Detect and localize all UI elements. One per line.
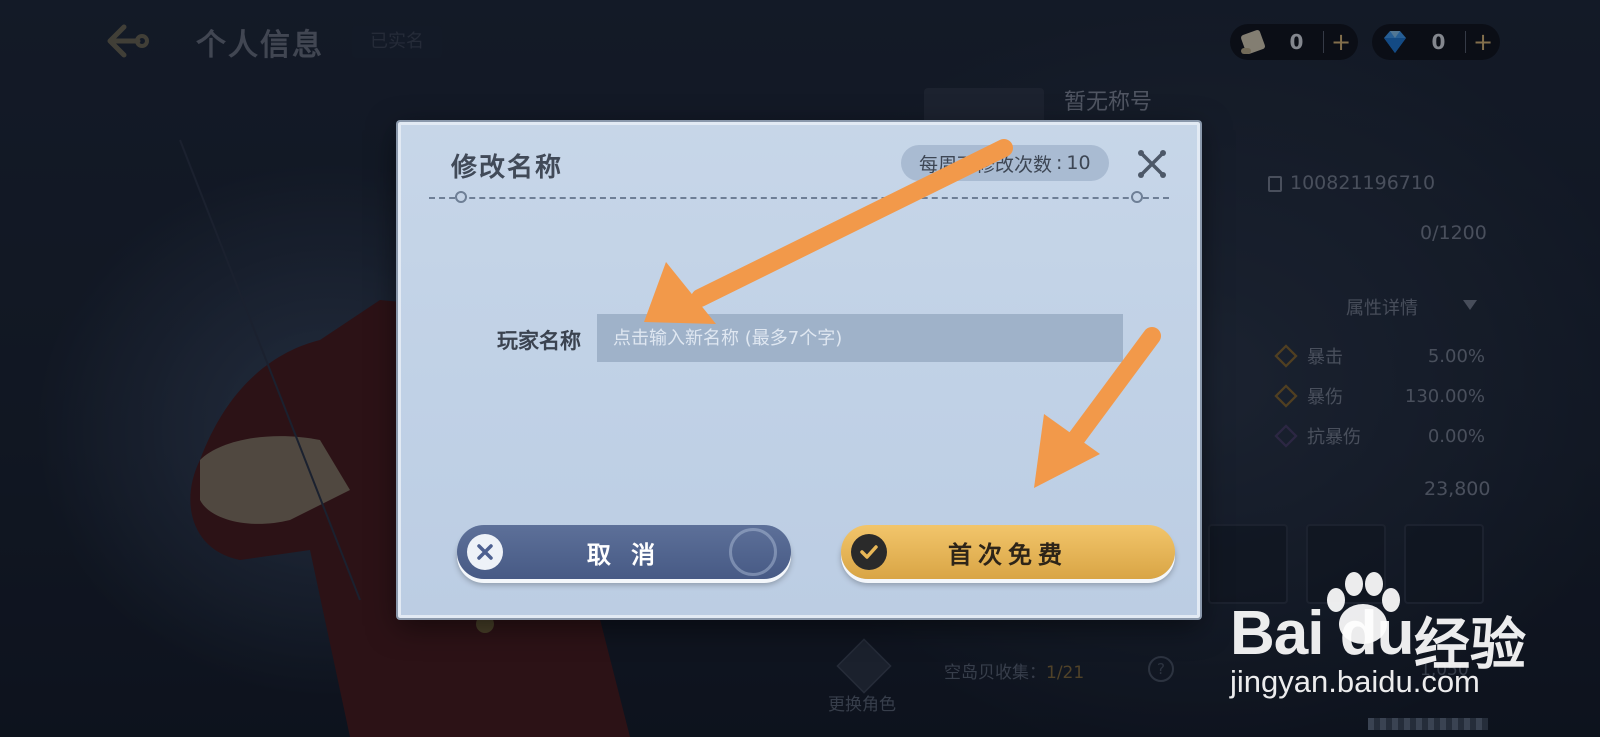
emblem-icon [729,528,777,576]
divider-ornament [455,191,467,203]
watermark-url: jingyan.baidu.com [1230,664,1480,699]
player-name-input[interactable] [597,314,1123,362]
rename-dialog: 修改名称 每周可修改次数:10 玩家名称 取 消 首次免费 [398,122,1200,618]
divider-ornament [1131,191,1143,203]
close-circle-icon [467,534,503,570]
watermark-brand: Bai du [1230,599,1414,668]
close-icon[interactable] [1135,147,1169,181]
weekly-limit-count: 10 [1066,152,1091,174]
player-name-label: 玩家名称 [497,329,581,353]
weekly-limit-badge: 每周可修改次数:10 [901,145,1109,181]
title-divider [429,197,1169,199]
confirm-label: 首次免费 [948,540,1068,569]
dialog-title: 修改名称 [451,153,564,183]
checkmark-icon [851,534,887,570]
weekly-limit-label: 每周可修改次数 [919,153,1053,176]
cancel-label: 取 消 [586,540,662,569]
blurred-text [1368,718,1488,730]
confirm-rename-button[interactable]: 首次免费 [841,525,1175,579]
cancel-button[interactable]: 取 消 [457,525,791,579]
